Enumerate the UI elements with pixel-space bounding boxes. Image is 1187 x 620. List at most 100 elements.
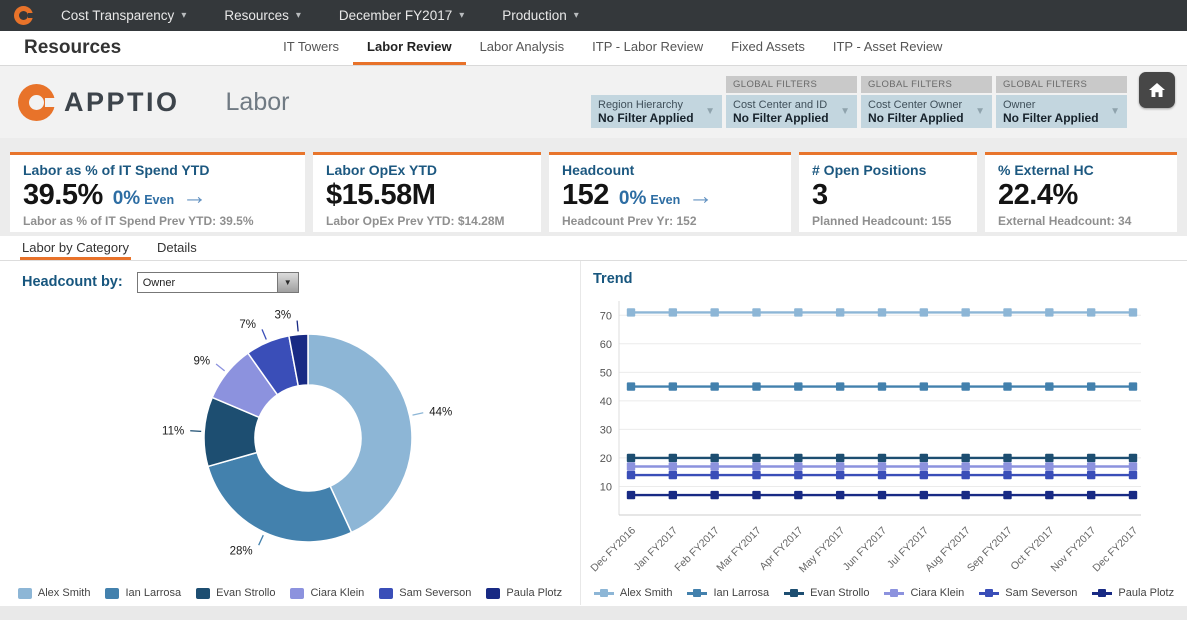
nav-resources[interactable]: Resources ▾ [224, 8, 301, 23]
trend-marker [836, 454, 844, 462]
filter-name: Region Hierarchy [598, 99, 705, 111]
apptio-logo-icon [18, 84, 55, 121]
kpi-external-hc[interactable]: % External HC 22.4% External Headcount: … [985, 152, 1177, 232]
legend-label: Ian Larrosa [125, 587, 181, 599]
legend-item-paula-plotz[interactable]: Paula Plotz [1092, 587, 1174, 599]
trend-marker [627, 491, 635, 499]
trend-marker [710, 462, 718, 470]
trend-marker [1045, 462, 1053, 470]
trend-marker [1129, 471, 1137, 479]
tab-labor-review[interactable]: Labor Review [353, 31, 466, 65]
legend-item-ian-larrosa[interactable]: Ian Larrosa [687, 587, 769, 599]
filter-dropdown[interactable]: Cost Center and ID No Filter Applied ▼ [726, 95, 857, 128]
legend-label: Alex Smith [620, 587, 673, 599]
nav-cost-transparency[interactable]: Cost Transparency ▾ [61, 8, 186, 23]
trend-marker [1003, 454, 1011, 462]
kpi-band: Labor as % of IT Spend YTD 39.5% 0% Even… [0, 138, 1187, 236]
headcount-by-select[interactable]: Owner ▼ [137, 272, 299, 293]
filter-dropdown[interactable]: Region Hierarchy No Filter Applied ▼ [591, 95, 722, 128]
trend-legend: Alex Smith Ian Larrosa Evan Strollo Ciara K… [581, 587, 1187, 599]
nav-period[interactable]: December FY2017 ▾ [339, 8, 464, 23]
apptio-logo: APPTIO [18, 84, 180, 121]
kpi-labor-opex[interactable]: Labor OpEx YTD $15.58M Labor OpEx Prev Y… [313, 152, 541, 232]
y-axis-tick: 70 [600, 310, 612, 322]
filter-dropdown[interactable]: Cost Center Owner No Filter Applied ▼ [861, 95, 992, 128]
tab-fixed-assets[interactable]: Fixed Assets [717, 31, 819, 65]
trend-marker [794, 471, 802, 479]
trend-marker [961, 454, 969, 462]
legend-item-evan-strollo[interactable]: Evan Strollo [196, 587, 275, 599]
legend-swatch-icon [486, 588, 500, 599]
x-axis-tick: Dec FY2017 [1090, 525, 1140, 575]
legend-item-sam-severson[interactable]: Sam Severson [379, 587, 471, 599]
y-axis-tick: 60 [600, 339, 612, 351]
legend-label: Ian Larrosa [713, 587, 769, 599]
legend-line-marker-icon [784, 588, 804, 598]
kpi-headcount[interactable]: Headcount 152 0% Even → Headcount Prev Y… [549, 152, 791, 232]
dropdown-arrow-icon: ▼ [284, 278, 292, 287]
caret-down-icon: ▾ [296, 10, 301, 21]
tab-it-towers[interactable]: IT Towers [269, 31, 353, 65]
x-axis-tick: Jun FY2017 [841, 525, 890, 574]
content-tabs: Labor by Category Details [0, 236, 1187, 261]
kpi-title: % External HC [998, 162, 1164, 178]
donut-slice-ian-larrosa[interactable] [208, 453, 351, 542]
kpi-delta-label: Even [144, 193, 174, 207]
trend-marker [627, 308, 635, 316]
trend-marker [961, 308, 969, 316]
home-button[interactable] [1139, 72, 1175, 108]
global-filters-caption: GLOBAL FILTERS [996, 76, 1127, 93]
trend-marker [1045, 491, 1053, 499]
trend-marker [836, 491, 844, 499]
trend-marker [836, 308, 844, 316]
legend-item-ciara-klein[interactable]: Ciara Klein [884, 587, 964, 599]
trend-chart[interactable]: 10203040506070Dec FY2016Jan FY2017Feb FY… [581, 289, 1181, 581]
trend-title: Trend [593, 271, 1187, 289]
report-header: APPTIO Labor Region Hierarchy No Filter … [0, 66, 1187, 138]
filter-value: No Filter Applied [1003, 111, 1110, 125]
trend-marker [836, 382, 844, 390]
x-axis-tick: Mar FY2017 [714, 525, 763, 574]
filter-dropdown[interactable]: Owner No Filter Applied ▼ [996, 95, 1127, 128]
legend-item-paula-plotz[interactable]: Paula Plotz [486, 587, 562, 599]
legend-label: Ciara Klein [310, 587, 364, 599]
trend-marker [920, 471, 928, 479]
legend-item-ian-larrosa[interactable]: Ian Larrosa [105, 587, 181, 599]
nav-environment[interactable]: Production ▾ [502, 8, 579, 23]
legend-label: Sam Severson [399, 587, 471, 599]
legend-item-evan-strollo[interactable]: Evan Strollo [784, 587, 869, 599]
x-axis-tick: Dec FY2016 [588, 525, 638, 575]
tab-itp-labor-review[interactable]: ITP - Labor Review [578, 31, 717, 65]
kpi-delta: 0% [113, 188, 140, 210]
apptio-brand-icon[interactable] [14, 6, 33, 25]
tab-labor-by-category[interactable]: Labor by Category [20, 236, 131, 260]
kpi-subtitle: Labor as % of IT Spend Prev YTD: 39.5% [23, 214, 292, 228]
kpi-labor-pct-it-spend[interactable]: Labor as % of IT Spend YTD 39.5% 0% Even… [10, 152, 305, 232]
trend-marker [669, 462, 677, 470]
filter-value: No Filter Applied [598, 111, 705, 125]
donut-slice-label: 9% [193, 355, 210, 367]
tab-labor-analysis[interactable]: Labor Analysis [466, 31, 579, 65]
legend-item-alex-smith[interactable]: Alex Smith [18, 587, 91, 599]
trend-marker [794, 382, 802, 390]
legend-item-ciara-klein[interactable]: Ciara Klein [290, 587, 364, 599]
global-filters-caption: GLOBAL FILTERS [726, 76, 857, 93]
trend-marker [627, 471, 635, 479]
dropdown-arrow-icon: ▼ [705, 106, 715, 117]
trend-marker [710, 454, 718, 462]
tab-itp-asset-review[interactable]: ITP - Asset Review [819, 31, 957, 65]
kpi-subtitle: Headcount Prev Yr: 152 [562, 214, 778, 228]
x-axis-tick: Sep FY2017 [965, 525, 1015, 575]
report-title: Labor [226, 88, 290, 117]
kpi-open-positions[interactable]: # Open Positions 3 Planned Headcount: 15… [799, 152, 977, 232]
donut-chart[interactable]: 44%28%11%9%7%3% [0, 293, 580, 577]
legend-line-marker-icon [687, 588, 707, 598]
select-button[interactable]: ▼ [277, 273, 298, 292]
legend-item-alex-smith[interactable]: Alex Smith [594, 587, 673, 599]
legend-item-sam-severson[interactable]: Sam Severson [979, 587, 1077, 599]
kpi-subtitle: Labor OpEx Prev YTD: $14.28M [326, 214, 528, 228]
tab-details[interactable]: Details [155, 236, 199, 260]
trend-marker [627, 454, 635, 462]
report-tabs: IT Towers Labor Review Labor Analysis IT… [269, 31, 956, 65]
dropdown-arrow-icon: ▼ [1110, 106, 1120, 117]
